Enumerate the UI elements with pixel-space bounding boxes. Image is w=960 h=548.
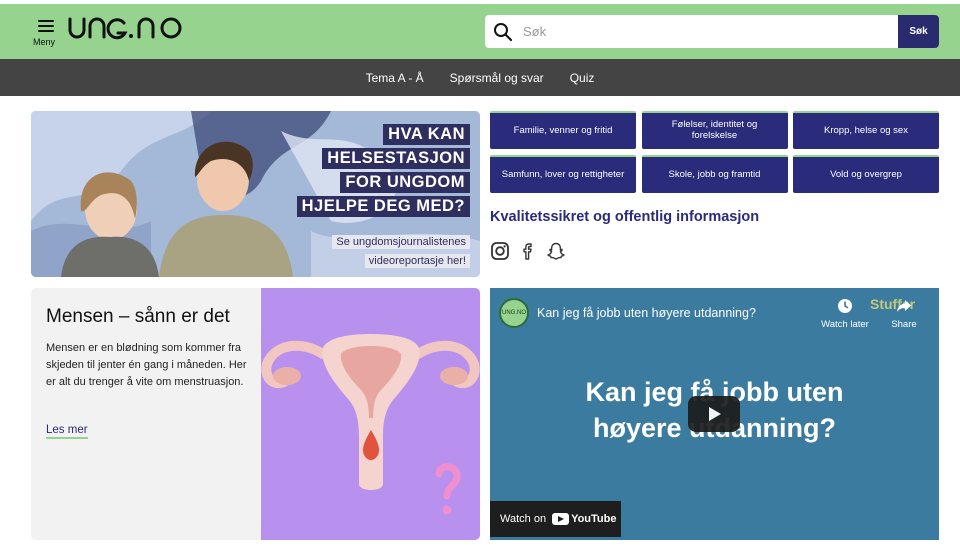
hero-headline-line: HJELPE DEG MED? — [296, 196, 470, 217]
main-nav: Tema A - Å Spørsmål og svar Quiz — [0, 59, 960, 96]
hero-headline: HVA KAN HELSESTASJON FOR UNGDOM HJELPE D… — [296, 124, 470, 220]
snapchat-icon[interactable] — [546, 241, 566, 261]
social-links — [490, 241, 566, 261]
read-more-link[interactable]: Les mer — [46, 424, 88, 439]
category-violence[interactable]: Vold og overgrep — [793, 155, 939, 193]
menu-label: Meny — [33, 37, 56, 47]
hamburger-icon — [38, 20, 54, 32]
article-card: Mensen – sånn er det Mensen er en blødni… — [31, 288, 480, 540]
instagram-icon[interactable] — [490, 241, 510, 261]
article-body: Mensen er en blødning som kommer fra skj… — [46, 342, 247, 389]
site-header: Meny Søk — [0, 4, 960, 59]
youtube-wordmark: YouTube — [571, 513, 617, 525]
category-society[interactable]: Samfunn, lover og rettigheter — [490, 155, 636, 193]
quality-heading: Kvalitetssikret og offentlig informasjon — [490, 209, 760, 225]
category-grid: Familie, venner og fritid Følelser, iden… — [490, 111, 939, 193]
clock-icon — [838, 299, 852, 313]
uterus-illustration — [261, 334, 480, 515]
watch-later-label: Watch later — [821, 319, 869, 330]
video-embed[interactable]: UNG.NO Kan jeg få jobb uten høyere utdan… — [490, 288, 939, 540]
search-input[interactable] — [523, 15, 893, 48]
logo-wordmark — [68, 17, 182, 40]
video-title[interactable]: Kan jeg få jobb uten høyere utdanning? — [537, 306, 756, 320]
share-button[interactable]: Share — [887, 298, 921, 330]
search-bar: Søk — [485, 15, 939, 48]
youtube-play-icon — [552, 513, 570, 525]
watch-later-button[interactable]: Watch later — [817, 298, 873, 330]
article-image — [261, 288, 480, 540]
nav-item-tema[interactable]: Tema A - Å — [366, 71, 424, 85]
nav-item-questions[interactable]: Spørsmål og svar — [450, 71, 544, 85]
share-label: Share — [891, 319, 917, 330]
article-title: Mensen – sånn er det — [46, 306, 230, 327]
watch-on-youtube-button[interactable]: Watch on YouTube — [490, 501, 621, 537]
article-text: Mensen – sånn er det Mensen er en blødni… — [46, 306, 251, 391]
hero-headline-line: FOR UNGDOM — [340, 172, 470, 193]
hero-headline-line: HVA KAN — [383, 124, 470, 145]
hero-banner[interactable]: HVA KAN HELSESTASJON FOR UNGDOM HJELPE D… — [31, 111, 480, 277]
channel-avatar[interactable]: UNG.NO — [499, 298, 529, 328]
hero-headline-line: HELSESTASJON — [322, 148, 470, 169]
share-icon — [897, 300, 911, 312]
play-button[interactable] — [688, 396, 740, 432]
watch-on-label: Watch on — [500, 513, 547, 525]
nav-item-quiz[interactable]: Quiz — [570, 71, 595, 85]
hero-subline-line: Se ungdomsjournalistenes — [332, 235, 470, 249]
youtube-logo: YouTube — [552, 513, 616, 525]
search-button[interactable]: Søk — [898, 15, 939, 48]
menu-button[interactable]: Meny — [33, 18, 61, 52]
hero-subline: Se ungdomsjournalistenes videoreportasje… — [332, 232, 470, 270]
facebook-icon[interactable] — [518, 241, 538, 261]
category-school[interactable]: Skole, jobb og framtid — [641, 155, 788, 193]
category-body[interactable]: Kropp, helse og sex — [793, 111, 939, 149]
category-family[interactable]: Familie, venner og fritid — [490, 111, 636, 149]
search-icon — [494, 23, 513, 42]
category-feelings[interactable]: Følelser, identitet og forelskelse — [641, 111, 788, 149]
site-logo[interactable] — [68, 15, 184, 48]
hero-subline-line: videoreportasje her! — [364, 254, 470, 268]
